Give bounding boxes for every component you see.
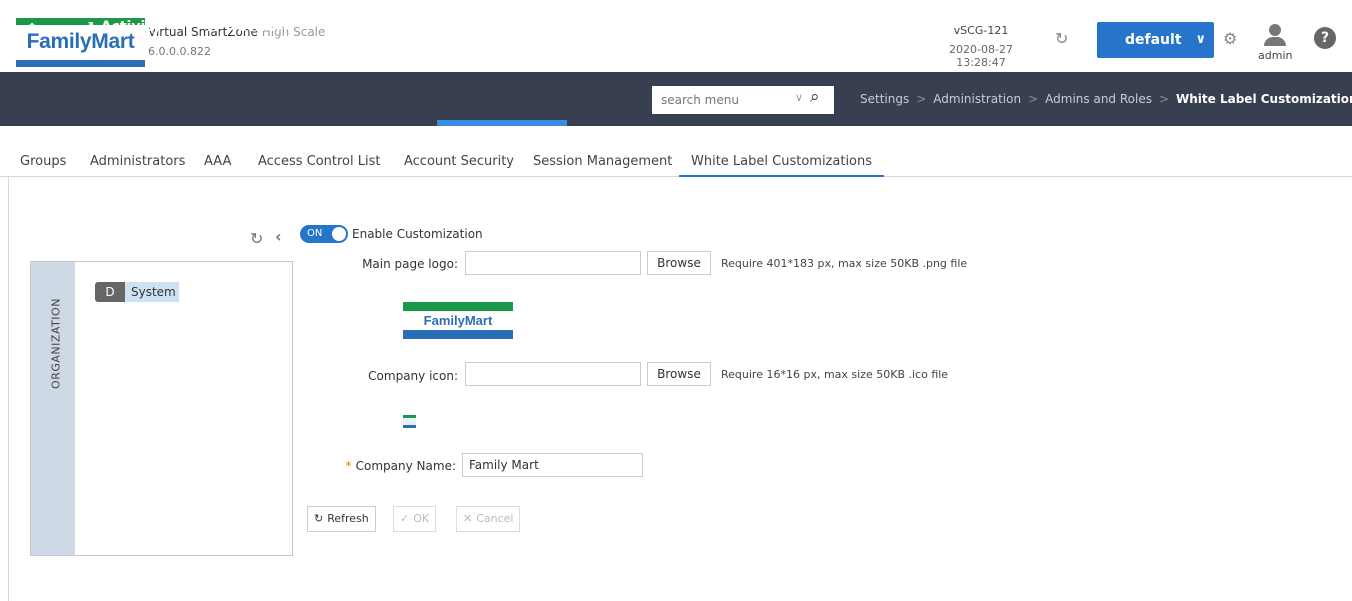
- sub-tabs: Groups Administrators AAA Access Control…: [0, 147, 1352, 177]
- check-icon: ✓: [400, 512, 410, 525]
- organization-rail[interactable]: ORGANIZATION: [31, 262, 75, 555]
- user-label: admin: [1258, 49, 1293, 62]
- nav-active-indicator: [437, 120, 567, 126]
- company-name-label: * Company Name:: [345, 459, 456, 473]
- main-logo-file-field[interactable]: [465, 251, 641, 275]
- refresh-icon[interactable]: ↻: [1055, 29, 1068, 48]
- enable-customization-toggle[interactable]: ON: [300, 225, 348, 243]
- search-icon[interactable]: ⌕: [810, 87, 820, 107]
- collapse-icon[interactable]: ‹: [275, 227, 282, 246]
- breadcrumb-item[interactable]: Admins and Roles: [1045, 92, 1152, 106]
- user-icon: [1269, 24, 1281, 36]
- refresh-icon[interactable]: ↻: [250, 229, 263, 248]
- main-logo-preview: FamilyMart: [403, 302, 513, 339]
- company-icon-file-field[interactable]: [465, 362, 641, 386]
- activity-icon: ↗: [83, 19, 95, 35]
- domain-label: default: [1125, 32, 1182, 48]
- search-menu: ∨ ⌕: [652, 86, 834, 114]
- company-icon-browse-button[interactable]: Browse: [647, 362, 711, 386]
- top-header: FamilyMart Virtual SmartZone High Scale …: [0, 0, 1352, 72]
- refresh-button[interactable]: ↻ Refresh: [307, 506, 376, 532]
- refresh-icon: ↻: [314, 512, 324, 525]
- organization-tree: ORGANIZATION D System: [30, 261, 293, 556]
- breadcrumb-item[interactable]: Settings: [860, 92, 909, 106]
- organization-label: ORGANIZATION: [49, 298, 63, 389]
- tab-access-control-list[interactable]: Access Control List: [258, 147, 380, 177]
- required-mark: *: [345, 459, 352, 473]
- cluster-name: vSCG-121: [953, 24, 1009, 37]
- tab-groups[interactable]: Groups: [20, 147, 66, 177]
- close-icon: ✕: [463, 512, 473, 525]
- gear-icon[interactable]: ⚙: [1223, 29, 1237, 48]
- ok-button[interactable]: ✓ OK: [393, 506, 437, 532]
- breadcrumb-current: White Label Customizations: [1176, 92, 1352, 106]
- domain-badge: D: [95, 282, 125, 302]
- enable-customization-label: Enable Customization: [352, 227, 483, 241]
- company-icon-label: Company icon:: [368, 369, 458, 383]
- timestamp: 2020-08-27 13:28:47: [949, 43, 1013, 69]
- main-logo-browse-button[interactable]: Browse: [647, 251, 711, 275]
- tab-administrators[interactable]: Administrators: [90, 147, 185, 177]
- tree-node-label: System: [125, 282, 179, 302]
- cancel-button[interactable]: ✕ Cancel: [456, 506, 521, 532]
- toggle-knob: [332, 227, 346, 241]
- toggle-state: ON: [307, 228, 323, 239]
- tab-account-security[interactable]: Account Security: [404, 147, 514, 177]
- breadcrumb: Settings > Administration > Admins and Roles…: [860, 72, 1352, 126]
- nav-item-settings[interactable]: ⚙ Settings: [461, 0, 546, 54]
- chevron-down-icon: ∨: [1195, 32, 1206, 47]
- cluster-info: vSCG-121 2020-08-27 13:28:47: [925, 24, 1037, 69]
- company-icon-hint: Require 16*16 px, max size 50KB .ico fil…: [721, 368, 949, 381]
- tab-white-label-customizations[interactable]: White Label Customizations: [679, 147, 885, 177]
- help-icon[interactable]: ?: [1314, 27, 1336, 49]
- company-name-field[interactable]: [462, 453, 643, 477]
- domain-dropdown[interactable]: default ∨: [1097, 22, 1214, 58]
- home-icon[interactable]: ⌂: [27, 0, 37, 54]
- nav-item-network[interactable]: ☷ Network: [207, 0, 292, 54]
- star-icon[interactable]: ★: [589, 0, 603, 54]
- chevron-down-icon[interactable]: ∨: [795, 91, 803, 104]
- network-icon: ☷: [207, 19, 220, 35]
- clients-icon: ●: [342, 19, 355, 35]
- breadcrumb-item[interactable]: Administration: [933, 92, 1021, 106]
- user-menu[interactable]: admin: [1258, 22, 1292, 62]
- gear-icon: ⚙: [461, 19, 474, 35]
- nav-item-clients[interactable]: ● Clients: [342, 0, 415, 54]
- tab-aaa[interactable]: AAA: [204, 147, 231, 177]
- main-logo-hint: Require 401*183 px, max size 50KB .png f…: [721, 257, 968, 270]
- tab-session-management[interactable]: Session Management: [533, 147, 672, 177]
- main-logo-label: Main page logo:: [362, 257, 458, 271]
- company-icon-preview: [403, 415, 416, 428]
- nav-item-activity[interactable]: ↗ Activity: [83, 0, 161, 54]
- search-input[interactable]: [652, 86, 792, 114]
